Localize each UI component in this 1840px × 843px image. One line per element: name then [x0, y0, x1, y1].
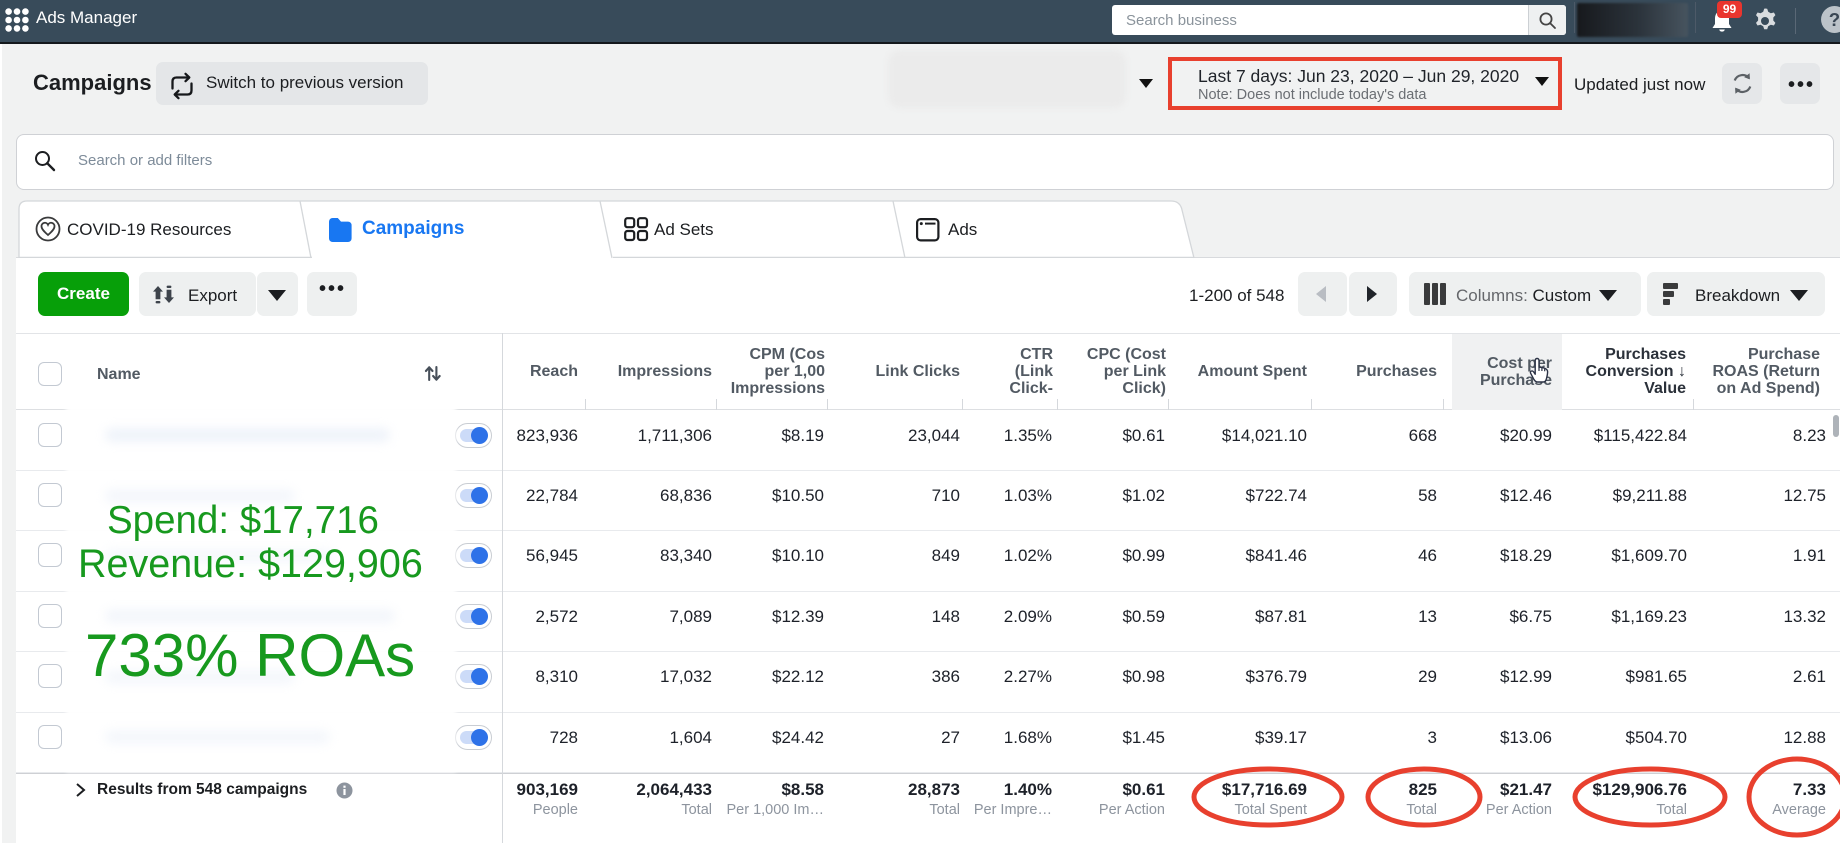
svg-text:?: ?	[1829, 9, 1840, 30]
